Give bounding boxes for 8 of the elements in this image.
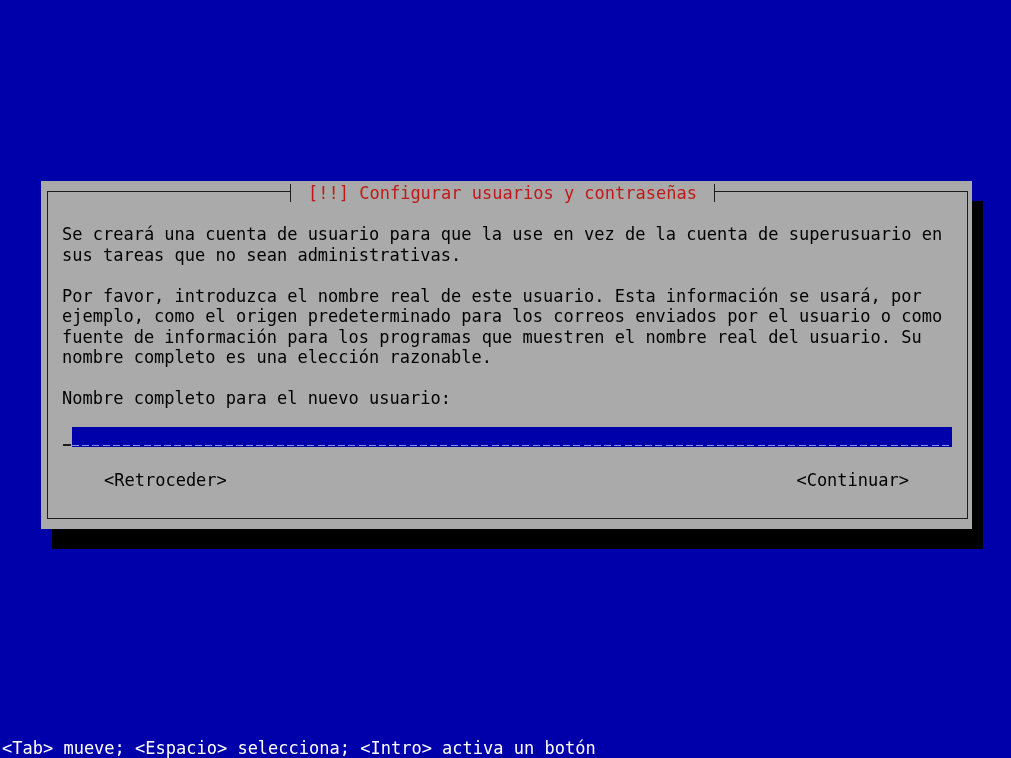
input-field[interactable] [72, 427, 952, 448]
field-label: Nombre completo para el nuevo usuario: [62, 388, 451, 409]
description-text: Se creará una cuenta de usuario para que la use en vez de la cuenta de superusuario en sus tareas que no sean administrativas. [62, 224, 944, 265]
continue-button[interactable]: <Continuar> [796, 470, 909, 491]
dialog-title: [!!] Configurar usuarios y contraseñas [290, 184, 715, 202]
back-button[interactable]: <Retroceder> [104, 470, 227, 491]
key-hints-text: <Tab> mueve; <Espacio> selecciona; <Intro> activa un botón [2, 737, 596, 758]
description-text: Por favor, introduzca el nombre real de este usuario. Esta información se usará, por ejemplo, como el origen predeterminado para los correos enviados por el usuario o como fuente de información para los programas que muestren el nombre real del usuario. Su nombre completo es una elección razonable. [62, 285, 944, 368]
